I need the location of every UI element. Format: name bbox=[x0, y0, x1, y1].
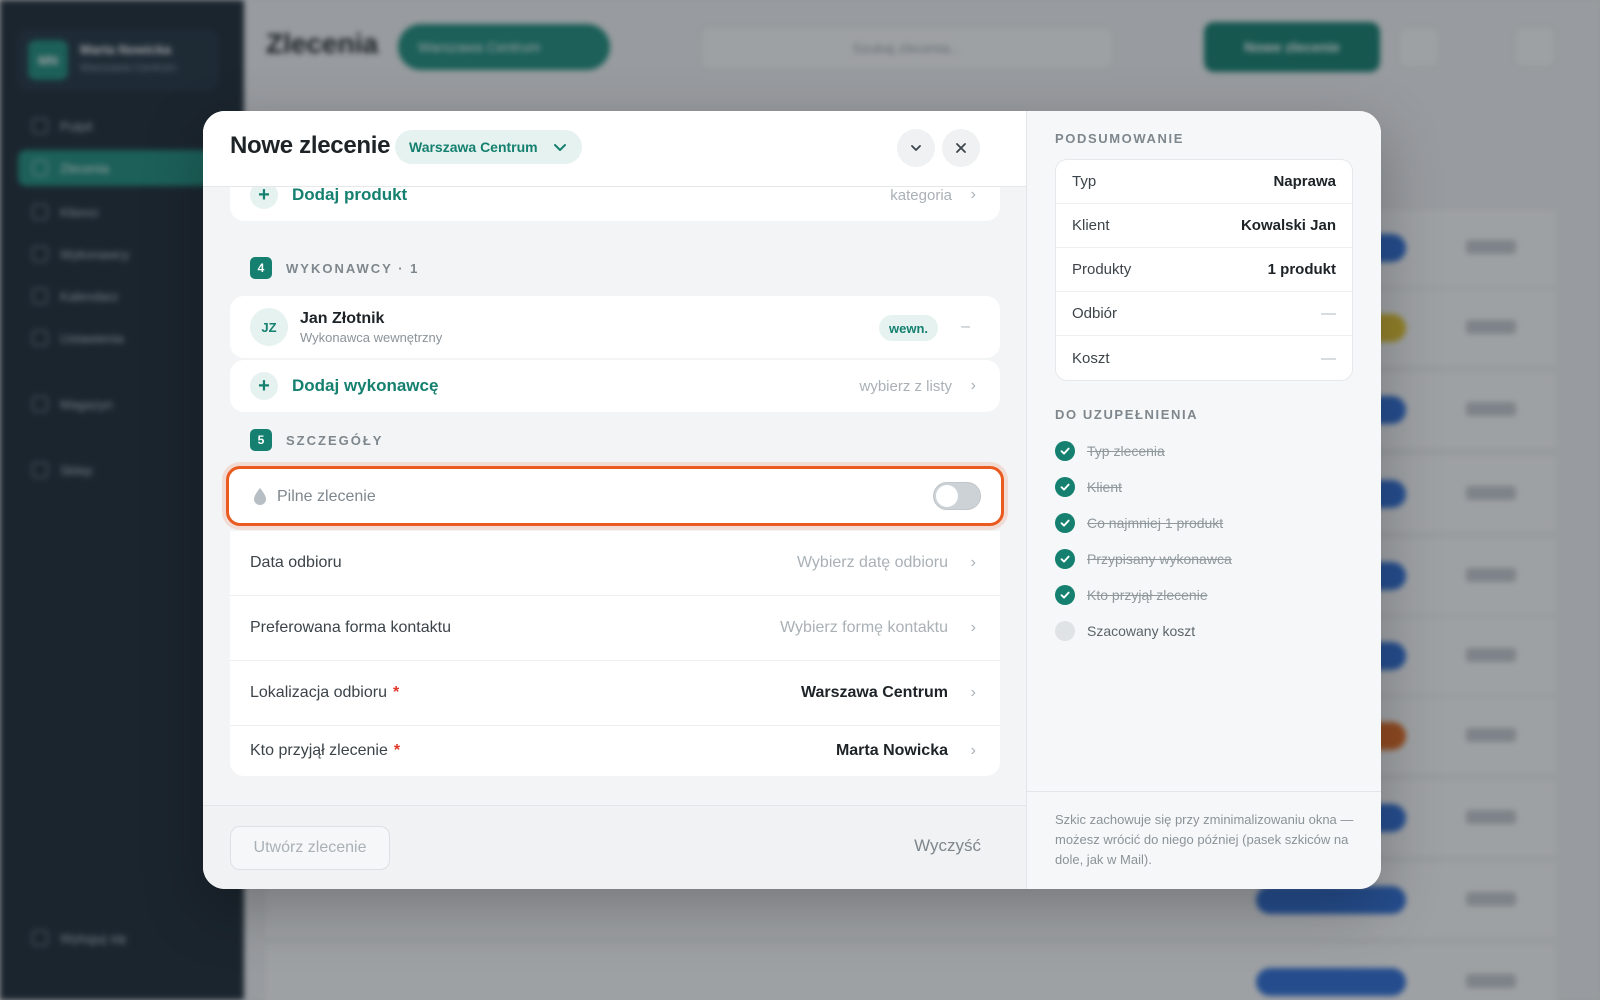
check-icon bbox=[1055, 549, 1075, 569]
todo-item: Szacowany koszt bbox=[1055, 621, 1195, 641]
contractor-avatar: JZ bbox=[250, 308, 288, 346]
contact-method-row[interactable]: Preferowana forma kontaktu Wybierz formę… bbox=[230, 596, 1000, 661]
check-icon bbox=[1055, 585, 1075, 605]
drop-icon bbox=[254, 488, 266, 505]
summary-row-client: Klient Kowalski Jan bbox=[1056, 204, 1352, 248]
internal-badge: wewn. bbox=[878, 315, 938, 341]
todo-label: Przypisany wykonawca bbox=[1087, 551, 1232, 567]
urgent-order-label: Pilne zlecenie bbox=[277, 488, 376, 505]
section-number: 5 bbox=[250, 429, 272, 451]
pickup-location-label: Lokalizacja odbioru bbox=[250, 684, 387, 701]
section-label: SZCZEGÓŁY bbox=[286, 432, 384, 448]
summary-value: 1 produkt bbox=[1267, 261, 1336, 278]
contractor-name: Jan Złotnik bbox=[300, 310, 385, 327]
chevron-right-icon: › bbox=[970, 554, 976, 571]
received-by-value: Marta Nowicka bbox=[835, 742, 948, 759]
draft-note: Szkic zachowuje się przy zminimalizowani… bbox=[1055, 812, 1354, 867]
contractor-role: Wykonawca wewnętrzny bbox=[300, 330, 443, 345]
todo-label: Typ zlecenia bbox=[1087, 443, 1165, 459]
summary-row-products: Produkty 1 produkt bbox=[1056, 248, 1352, 292]
todo-label: Kto przyjął zlecenie bbox=[1087, 587, 1208, 603]
empty-circle-icon bbox=[1055, 621, 1075, 641]
summary-value: Naprawa bbox=[1273, 173, 1336, 190]
section-number: 4 bbox=[250, 257, 272, 279]
todo-item: Klient bbox=[1055, 477, 1122, 497]
todo-item: Przypisany wykonawca bbox=[1055, 549, 1232, 569]
contact-method-label: Preferowana forma kontaktu bbox=[250, 619, 451, 636]
section-header-contractors: 4 WYKONAWCY · 1 bbox=[250, 257, 419, 279]
summary-key: Odbiór bbox=[1072, 305, 1118, 322]
summary-key: Koszt bbox=[1072, 349, 1110, 367]
add-product-hint: kategoria bbox=[890, 186, 952, 204]
chevron-right-icon: › bbox=[970, 619, 976, 636]
chevron-right-icon: › bbox=[970, 186, 976, 203]
summary-key: Produkty bbox=[1072, 261, 1132, 278]
location-dropdown[interactable]: Warszawa Centrum bbox=[395, 130, 582, 164]
close-button[interactable] bbox=[942, 129, 980, 167]
contact-method-value: Wybierz formę kontaktu bbox=[780, 619, 948, 636]
pickup-date-row[interactable]: Data odbioru Wybierz datę odbioru › bbox=[230, 531, 1000, 596]
check-icon bbox=[1055, 513, 1075, 533]
form-panel: + Dodaj produkt kategoria › 4 WYKONAWCY … bbox=[203, 111, 1026, 889]
chevron-right-icon: › bbox=[970, 684, 976, 701]
pickup-location-value: Warszawa Centrum bbox=[801, 684, 948, 701]
todo-item: Kto przyjął zlecenie bbox=[1055, 585, 1208, 605]
summary-heading: PODSUMOWANIE bbox=[1055, 131, 1184, 146]
chevron-right-icon: › bbox=[970, 377, 976, 394]
todo-item: Typ zlecenia bbox=[1055, 441, 1165, 461]
details-list: Data odbioru Wybierz datę odbioru › Pref… bbox=[230, 531, 1000, 776]
check-icon bbox=[1055, 477, 1075, 497]
todo-label: Co najmniej 1 produkt bbox=[1087, 515, 1224, 531]
add-contractor-row[interactable]: + Dodaj wykonawcę wybierz z listy › bbox=[230, 360, 1000, 412]
chevron-right-icon: › bbox=[970, 742, 976, 759]
received-by-label: Kto przyjął zlecenie bbox=[250, 742, 388, 759]
todo-label: Szacowany koszt bbox=[1087, 623, 1196, 639]
summary-row-pickup: Odbiór — bbox=[1056, 292, 1352, 336]
modal-footer: Utwórz zlecenie Wyczyść bbox=[203, 805, 1026, 889]
summary-panel: PODSUMOWANIE Typ Naprawa Klient Kowalski J… bbox=[1026, 111, 1381, 889]
summary-key: Klient bbox=[1072, 217, 1110, 234]
required-marker: * bbox=[393, 742, 401, 759]
close-icon bbox=[956, 143, 966, 153]
summary-value: — bbox=[1321, 305, 1336, 322]
plus-icon: + bbox=[250, 372, 278, 400]
add-contractor-hint: wybierz z listy bbox=[859, 377, 952, 395]
summary-row-cost: Koszt — bbox=[1056, 336, 1352, 380]
modal-title: Nowe zlecenie bbox=[230, 132, 391, 159]
todo-item: Co najmniej 1 produkt bbox=[1055, 513, 1223, 533]
chevron-down-icon bbox=[553, 144, 566, 151]
clear-button[interactable]: Wyczyść bbox=[914, 836, 981, 856]
urgent-order-toggle[interactable] bbox=[933, 482, 981, 510]
summary-key: Typ bbox=[1072, 173, 1097, 190]
received-by-row[interactable]: Kto przyjął zlecenie * Marta Nowicka › bbox=[230, 726, 1000, 776]
contractor-row[interactable]: JZ Jan Złotnik Wykonawca wewnętrzny wewn… bbox=[230, 296, 1000, 358]
add-contractor-label: Dodaj wykonawcę bbox=[292, 376, 439, 395]
pickup-date-label: Data odbioru bbox=[250, 554, 342, 571]
summary-row-type: Typ Naprawa bbox=[1056, 160, 1352, 204]
pickup-date-value: Wybierz datę odbioru bbox=[796, 554, 948, 571]
new-order-modal: + Dodaj produkt kategoria › 4 WYKONAWCY … bbox=[203, 111, 1381, 889]
create-order-button[interactable]: Utwórz zlecenie bbox=[230, 826, 390, 870]
urgent-order-row[interactable]: Pilne zlecenie bbox=[226, 466, 1004, 526]
summary-value: Kowalski Jan bbox=[1240, 217, 1336, 234]
location-dropdown-label: Warszawa Centrum bbox=[409, 139, 538, 155]
add-product-label: Dodaj produkt bbox=[292, 185, 408, 204]
todo-label: Klient bbox=[1087, 479, 1123, 495]
chevron-down-icon bbox=[911, 145, 921, 151]
pickup-location-row[interactable]: Lokalizacja odbioru * Warszawa Centrum › bbox=[230, 661, 1000, 726]
section-header-details: 5 SZCZEGÓŁY bbox=[250, 429, 383, 451]
summary-card: Typ Naprawa Klient Kowalski Jan Produkty 1 … bbox=[1055, 159, 1353, 381]
modal-header: Nowe zlecenie Warszawa Centrum bbox=[203, 111, 1026, 187]
check-icon bbox=[1055, 441, 1075, 461]
section-label: WYKONAWCY · 1 bbox=[286, 260, 420, 276]
minimize-button[interactable] bbox=[897, 129, 935, 167]
summary-value: — bbox=[1321, 349, 1336, 367]
required-marker: * bbox=[392, 684, 400, 701]
remove-contractor-button[interactable]: – bbox=[961, 318, 970, 336]
draft-note-area: Szkic zachowuje się przy zminimalizowani… bbox=[1027, 791, 1381, 889]
todo-heading: DO UZUPEŁNIENIA bbox=[1055, 407, 1199, 422]
